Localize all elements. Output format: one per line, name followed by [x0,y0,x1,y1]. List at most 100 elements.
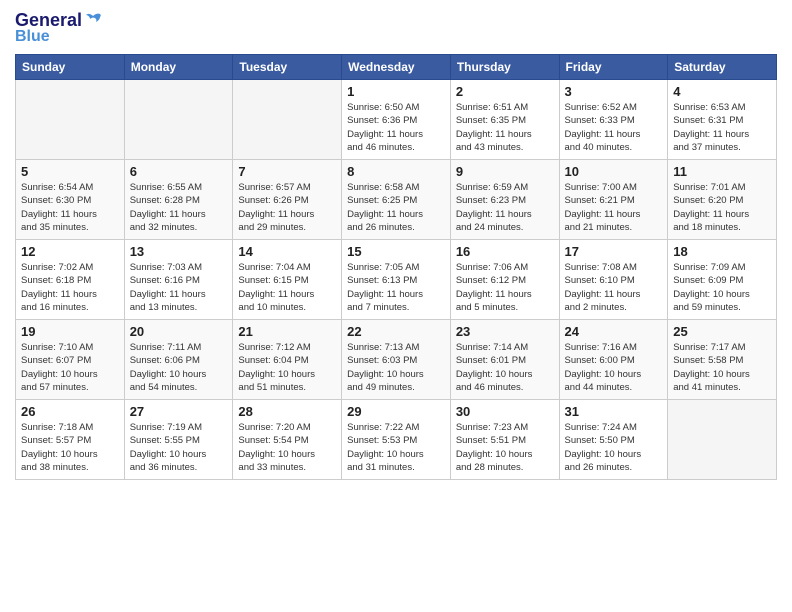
calendar-cell: 13 Sunrise: 7:03 AM Sunset: 6:16 PM Dayli… [124,240,233,320]
day-info: Sunrise: 7:11 AM Sunset: 6:06 PM Dayligh… [130,341,228,394]
logo-blue: Blue [15,28,50,46]
calendar-cell: 12 Sunrise: 7:02 AM Sunset: 6:18 PM Dayli… [16,240,125,320]
day-number: 29 [347,404,445,419]
day-number: 28 [238,404,336,419]
day-info: Sunrise: 7:13 AM Sunset: 6:03 PM Dayligh… [347,341,445,394]
day-number: 27 [130,404,228,419]
logo: General Blue [15,10,104,46]
calendar-cell: 11 Sunrise: 7:01 AM Sunset: 6:20 PM Dayli… [668,160,777,240]
day-number: 20 [130,324,228,339]
day-number: 25 [673,324,771,339]
day-info: Sunrise: 7:12 AM Sunset: 6:04 PM Dayligh… [238,341,336,394]
calendar-cell: 15 Sunrise: 7:05 AM Sunset: 6:13 PM Dayli… [342,240,451,320]
calendar-cell: 17Sunrise: 7:08 AM Sunset: 6:10 PM Dayli… [559,240,668,320]
day-number: 14 [238,244,336,259]
day-info: Sunrise: 6:57 AM Sunset: 6:26 PM Dayligh… [238,181,336,234]
calendar-cell [233,80,342,160]
day-info: Sunrise: 6:59 AM Sunset: 6:23 PM Dayligh… [456,181,554,234]
calendar-cell: 1 Sunrise: 6:50 AM Sunset: 6:36 PM Daylig… [342,80,451,160]
calendar-cell: 2 Sunrise: 6:51 AM Sunset: 6:35 PM Daylig… [450,80,559,160]
day-number: 31 [565,404,663,419]
calendar-cell: 20 Sunrise: 7:11 AM Sunset: 6:06 PM Dayli… [124,320,233,400]
day-number: 11 [673,164,771,179]
calendar-cell: 5Sunrise: 6:54 AM Sunset: 6:30 PM Daylig… [16,160,125,240]
day-header-wednesday: Wednesday [342,55,451,80]
day-info: Sunrise: 7:04 AM Sunset: 6:15 PM Dayligh… [238,261,336,314]
calendar-cell: 25 Sunrise: 7:17 AM Sunset: 5:58 PM Dayli… [668,320,777,400]
calendar-cell [124,80,233,160]
day-info: Sunrise: 7:09 AM Sunset: 6:09 PM Dayligh… [673,261,771,314]
day-number: 30 [456,404,554,419]
day-header-thursday: Thursday [450,55,559,80]
day-number: 8 [347,164,445,179]
day-number: 15 [347,244,445,259]
calendar-cell: 31 Sunrise: 7:24 AM Sunset: 5:50 PM Dayli… [559,400,668,480]
day-number: 18 [673,244,771,259]
week-row-0: 1 Sunrise: 6:50 AM Sunset: 6:36 PM Daylig… [16,80,777,160]
day-info: Sunrise: 6:50 AM Sunset: 6:36 PM Dayligh… [347,101,445,154]
calendar-cell: 23 Sunrise: 7:14 AM Sunset: 6:01 PM Dayli… [450,320,559,400]
day-info: Sunrise: 7:06 AM Sunset: 6:12 PM Dayligh… [456,261,554,314]
day-number: 22 [347,324,445,339]
calendar-cell: 10Sunrise: 7:00 AM Sunset: 6:21 PM Dayli… [559,160,668,240]
day-info: Sunrise: 7:16 AM Sunset: 6:00 PM Dayligh… [565,341,663,394]
calendar-cell: 26Sunrise: 7:18 AM Sunset: 5:57 PM Dayli… [16,400,125,480]
day-number: 7 [238,164,336,179]
day-info: Sunrise: 7:18 AM Sunset: 5:57 PM Dayligh… [21,421,119,474]
day-number: 10 [565,164,663,179]
day-info: Sunrise: 7:10 AM Sunset: 6:07 PM Dayligh… [21,341,119,394]
day-number: 2 [456,84,554,99]
calendar-cell: 6 Sunrise: 6:55 AM Sunset: 6:28 PM Daylig… [124,160,233,240]
week-row-2: 12 Sunrise: 7:02 AM Sunset: 6:18 PM Dayli… [16,240,777,320]
calendar-cell: 28 Sunrise: 7:20 AM Sunset: 5:54 PM Dayli… [233,400,342,480]
day-info: Sunrise: 7:01 AM Sunset: 6:20 PM Dayligh… [673,181,771,234]
day-info: Sunrise: 7:22 AM Sunset: 5:53 PM Dayligh… [347,421,445,474]
day-number: 13 [130,244,228,259]
day-number: 24 [565,324,663,339]
day-info: Sunrise: 7:24 AM Sunset: 5:50 PM Dayligh… [565,421,663,474]
calendar-cell: 22 Sunrise: 7:13 AM Sunset: 6:03 PM Dayli… [342,320,451,400]
week-row-4: 26Sunrise: 7:18 AM Sunset: 5:57 PM Dayli… [16,400,777,480]
day-number: 19 [21,324,119,339]
day-number: 4 [673,84,771,99]
day-number: 1 [347,84,445,99]
day-info: Sunrise: 7:23 AM Sunset: 5:51 PM Dayligh… [456,421,554,474]
day-header-sunday: Sunday [16,55,125,80]
calendar-cell: 16Sunrise: 7:06 AM Sunset: 6:12 PM Dayli… [450,240,559,320]
calendar-cell [16,80,125,160]
calendar-cell: 21 Sunrise: 7:12 AM Sunset: 6:04 PM Dayli… [233,320,342,400]
day-number: 23 [456,324,554,339]
day-info: Sunrise: 7:14 AM Sunset: 6:01 PM Dayligh… [456,341,554,394]
calendar-cell: 29 Sunrise: 7:22 AM Sunset: 5:53 PM Dayli… [342,400,451,480]
day-header-tuesday: Tuesday [233,55,342,80]
header-row: SundayMondayTuesdayWednesdayThursdayFrid… [16,55,777,80]
day-info: Sunrise: 7:17 AM Sunset: 5:58 PM Dayligh… [673,341,771,394]
page-container: General Blue SundayMondayTuesdayWednesda… [0,0,792,490]
calendar-cell: 3 Sunrise: 6:52 AM Sunset: 6:33 PM Daylig… [559,80,668,160]
day-info: Sunrise: 7:08 AM Sunset: 6:10 PM Dayligh… [565,261,663,314]
day-info: Sunrise: 7:02 AM Sunset: 6:18 PM Dayligh… [21,261,119,314]
logo-bird-icon [82,10,104,32]
day-info: Sunrise: 6:52 AM Sunset: 6:33 PM Dayligh… [565,101,663,154]
day-info: Sunrise: 7:20 AM Sunset: 5:54 PM Dayligh… [238,421,336,474]
calendar-cell: 14 Sunrise: 7:04 AM Sunset: 6:15 PM Dayli… [233,240,342,320]
day-info: Sunrise: 6:51 AM Sunset: 6:35 PM Dayligh… [456,101,554,154]
calendar-cell: 4 Sunrise: 6:53 AM Sunset: 6:31 PM Daylig… [668,80,777,160]
week-row-3: 19 Sunrise: 7:10 AM Sunset: 6:07 PM Dayli… [16,320,777,400]
day-info: Sunrise: 7:05 AM Sunset: 6:13 PM Dayligh… [347,261,445,314]
day-info: Sunrise: 7:03 AM Sunset: 6:16 PM Dayligh… [130,261,228,314]
calendar-cell: 19 Sunrise: 7:10 AM Sunset: 6:07 PM Dayli… [16,320,125,400]
calendar-cell: 8 Sunrise: 6:58 AM Sunset: 6:25 PM Daylig… [342,160,451,240]
day-info: Sunrise: 6:55 AM Sunset: 6:28 PM Dayligh… [130,181,228,234]
day-number: 6 [130,164,228,179]
day-header-saturday: Saturday [668,55,777,80]
day-info: Sunrise: 6:58 AM Sunset: 6:25 PM Dayligh… [347,181,445,234]
calendar-cell: 24 Sunrise: 7:16 AM Sunset: 6:00 PM Dayli… [559,320,668,400]
day-number: 3 [565,84,663,99]
day-number: 21 [238,324,336,339]
day-header-monday: Monday [124,55,233,80]
day-number: 5 [21,164,119,179]
day-number: 12 [21,244,119,259]
day-info: Sunrise: 6:53 AM Sunset: 6:31 PM Dayligh… [673,101,771,154]
week-row-1: 5Sunrise: 6:54 AM Sunset: 6:30 PM Daylig… [16,160,777,240]
